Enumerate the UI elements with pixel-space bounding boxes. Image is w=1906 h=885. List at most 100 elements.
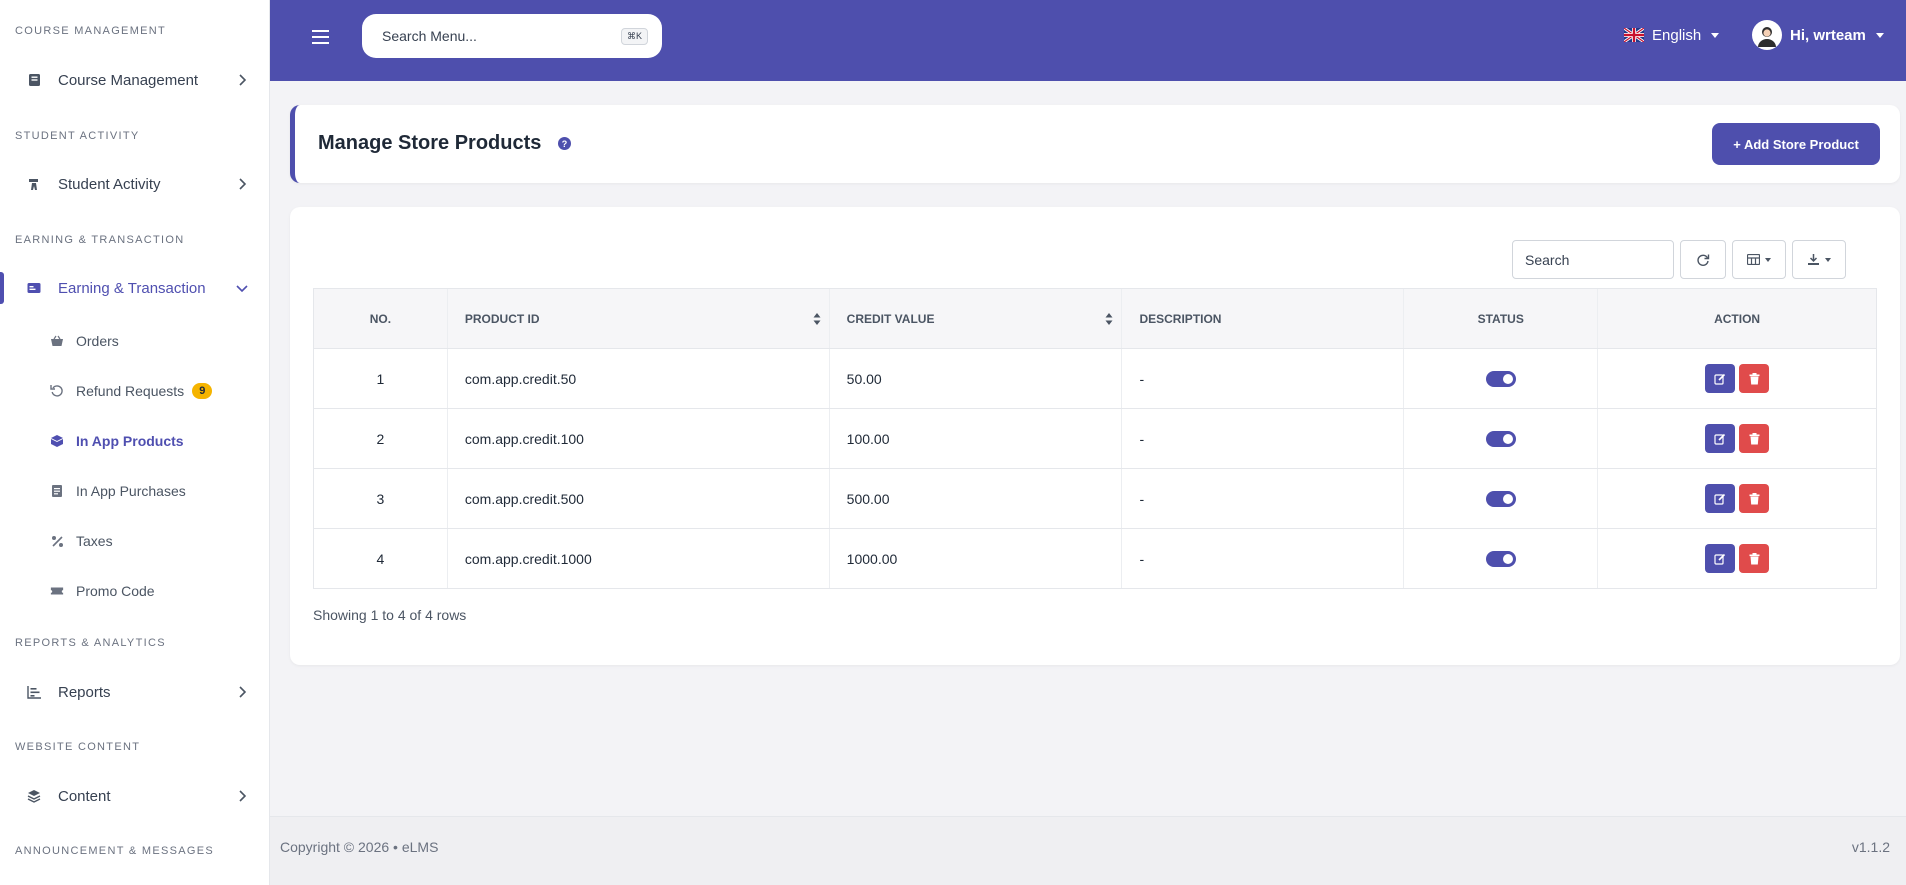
shortcut-hint: ⌘K	[620, 28, 648, 45]
chevron-right-icon	[239, 178, 247, 190]
status-toggle[interactable]	[1485, 491, 1516, 508]
section-title-reports-analytics: REPORTS & ANALYTICS	[15, 637, 166, 649]
edit-button[interactable]	[1705, 424, 1736, 453]
sidebar-item-label: Content	[58, 787, 111, 805]
language-selector[interactable]: English	[1624, 24, 1720, 46]
trash-icon	[1749, 432, 1760, 444]
sidebar-subitem-taxes[interactable]: Taxes	[0, 523, 269, 559]
sidebar-item-student-activity[interactable]: Student Activity	[0, 162, 269, 206]
basket-icon	[50, 334, 64, 348]
sidebar-item-course-management[interactable]: Course Management	[0, 58, 269, 102]
edit-button[interactable]	[1705, 484, 1736, 513]
table-row: 2 com.app.credit.100 100.00-	[313, 408, 1877, 469]
delete-button[interactable]	[1739, 544, 1770, 573]
cell-product-id: com.app.credit.1000	[446, 528, 830, 589]
help-icon[interactable]: ?	[558, 137, 571, 150]
column-header-label: PRODUCT ID	[464, 311, 540, 326]
cell-description: -	[1121, 468, 1404, 529]
bar-chart-icon	[26, 684, 42, 700]
sidebar-subitem-label: Refund Requests	[76, 383, 185, 399]
sidebar-item-earning-transaction[interactable]: Earning & Transaction	[0, 266, 269, 310]
cell-credit-value: 1000.00	[828, 528, 1122, 589]
hamburger-menu-icon[interactable]	[310, 26, 332, 48]
search-menu: ⌘K	[362, 14, 662, 58]
user-greeting: Hi, wrteam	[1790, 26, 1866, 44]
toggle-knob	[1502, 374, 1513, 385]
ticket-icon	[50, 584, 64, 598]
top-bar: ⌘K English Hi, wrteam	[270, 0, 1906, 81]
products-table-card: NO. PRODUCT ID CREDIT VALUE DESCRIPTION …	[290, 207, 1900, 665]
cell-action	[1597, 528, 1877, 589]
cell-product-id: com.app.credit.100	[446, 408, 830, 469]
cell-product-id: com.app.credit.500	[446, 468, 830, 529]
cell-no: 3	[313, 468, 448, 529]
sidebar-subitem-label: In App Products	[76, 433, 184, 449]
receipt-icon	[50, 484, 64, 498]
sidebar: COURSE MANAGEMENT Course Management STUD…	[0, 0, 270, 885]
sidebar-subitem-orders[interactable]: Orders	[0, 323, 269, 359]
status-toggle[interactable]	[1485, 551, 1516, 568]
edit-icon	[1714, 553, 1726, 565]
products-table: NO. PRODUCT ID CREDIT VALUE DESCRIPTION …	[313, 288, 1877, 589]
search-menu-input[interactable]	[382, 28, 602, 44]
sidebar-subitem-in-app-products[interactable]: In App Products	[0, 423, 269, 459]
page-title: Manage Store Products	[318, 132, 542, 154]
layers-icon	[26, 788, 42, 804]
sidebar-item-content[interactable]: Content	[0, 774, 269, 818]
edit-icon	[1714, 373, 1726, 385]
refund-count-badge: 9	[192, 383, 213, 399]
cell-action	[1597, 348, 1877, 409]
sort-icon	[1105, 313, 1113, 325]
columns-toggle-button[interactable]	[1732, 240, 1786, 279]
sidebar-item-label: Reports	[58, 683, 111, 701]
trash-icon	[1749, 552, 1760, 564]
column-header-action: ACTION	[1597, 288, 1877, 349]
delete-button[interactable]	[1739, 364, 1770, 393]
delete-button[interactable]	[1739, 484, 1770, 513]
toggle-knob	[1502, 494, 1513, 505]
sidebar-item-label: Course Management	[58, 71, 199, 89]
status-toggle[interactable]	[1485, 431, 1516, 448]
table-search-input[interactable]	[1512, 240, 1674, 279]
caret-down-icon	[1765, 257, 1771, 262]
cell-credit-value: 500.00	[828, 468, 1122, 529]
column-header-credit-value[interactable]: CREDIT VALUE	[828, 288, 1122, 349]
status-toggle[interactable]	[1485, 371, 1516, 388]
cell-no: 1	[313, 348, 448, 409]
edit-button[interactable]	[1705, 544, 1736, 573]
box-icon	[50, 434, 64, 448]
cell-status	[1403, 348, 1598, 409]
toggle-knob	[1502, 434, 1513, 445]
section-title-announcement-messages: ANNOUNCEMENT & MESSAGES	[15, 845, 215, 857]
section-title-course-management: COURSE MANAGEMENT	[15, 25, 167, 37]
sidebar-item-reports[interactable]: Reports	[0, 670, 269, 714]
sidebar-subitem-in-app-purchases[interactable]: In App Purchases	[0, 473, 269, 509]
caret-down-icon	[1711, 32, 1720, 38]
cell-credit-value: 100.00	[828, 408, 1122, 469]
book-icon	[26, 72, 42, 88]
sidebar-subitem-label: In App Purchases	[76, 483, 186, 499]
refresh-button[interactable]	[1680, 240, 1726, 279]
refund-icon	[50, 384, 64, 398]
cell-action	[1597, 408, 1877, 469]
delete-button[interactable]	[1739, 424, 1770, 453]
cell-status	[1403, 468, 1598, 529]
sidebar-item-label: Student Activity	[58, 175, 161, 193]
cell-no: 2	[313, 408, 448, 469]
chevron-right-icon	[239, 686, 247, 698]
add-store-product-button[interactable]: + Add Store Product	[1712, 123, 1880, 165]
edit-button[interactable]	[1705, 364, 1736, 393]
trash-icon	[1749, 372, 1760, 384]
wallet-icon	[26, 280, 42, 296]
sidebar-subitem-promo-code[interactable]: Promo Code	[0, 573, 269, 609]
section-title-website-content: WEBSITE CONTENT	[15, 741, 141, 753]
user-menu[interactable]: Hi, wrteam	[1752, 20, 1884, 50]
cell-action	[1597, 468, 1877, 529]
export-button[interactable]	[1792, 240, 1846, 279]
column-header-product-id[interactable]: PRODUCT ID	[446, 288, 830, 349]
copyright-text: Copyright © 2026 • eLMS	[280, 839, 439, 855]
version-label: v1.1.2	[1851, 839, 1890, 855]
column-header-no: NO.	[313, 288, 448, 349]
page-header-card: Manage Store Products ? + Add Store Prod…	[290, 105, 1900, 183]
sidebar-subitem-refund-requests[interactable]: Refund Requests 9	[0, 373, 269, 409]
